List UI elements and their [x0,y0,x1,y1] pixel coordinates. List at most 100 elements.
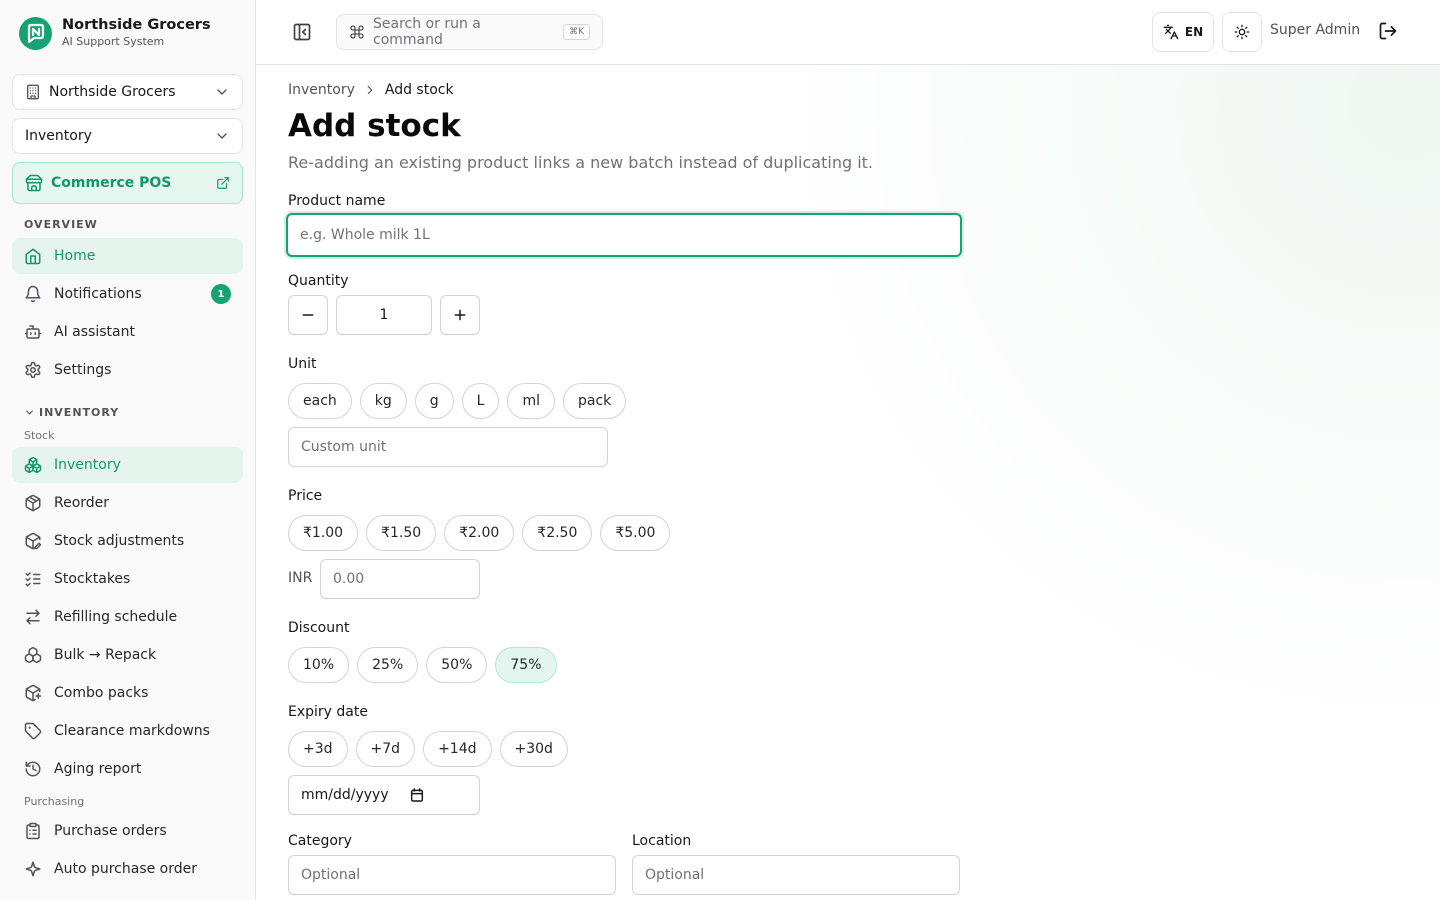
sidebar: Northside Grocers AI Support System Nort… [0,0,256,900]
nav-stocktakes[interactable]: Stocktakes [12,561,243,597]
nav-clearance-markdowns-label: Clearance markdowns [54,723,210,739]
sun-icon [1234,24,1250,40]
package-plus-icon [25,684,42,702]
package-edit-icon [25,532,42,550]
stock-group-label: Stock [24,429,55,442]
discount-chip-10[interactable]: 10% [288,647,350,683]
location-input[interactable] [632,855,960,895]
chevron-right-icon [367,85,373,95]
nav-settings-label: Settings [54,362,112,378]
price-chip-1[interactable]: ₹1.00 [288,515,359,551]
clipboard-icon [26,822,40,840]
discount-chip-50[interactable]: 50% [426,647,488,683]
language-button[interactable]: EN [1152,12,1214,52]
user-name[interactable]: Super Admin [1270,22,1360,38]
main-content: Inventory Add stock Add stock Re-adding … [256,65,1440,900]
unit-chip-ml[interactable]: ml [507,383,555,419]
discount-options: 10% 25% 50% 75% [288,647,557,683]
product-name-label: Product name [288,193,386,209]
unit-chip-l[interactable]: L [461,383,500,419]
module-select[interactable]: Inventory [12,118,243,154]
expiry-chip-3d[interactable]: +3d [288,731,348,767]
nav-ai-assistant-label: AI assistant [54,324,135,340]
quantity-decrement-button[interactable] [288,295,328,335]
nav-bulk-repack[interactable]: Bulk → Repack [12,637,243,673]
nav-auto-purchase-order[interactable]: Auto purchase order [12,851,243,887]
inventory-section-toggle[interactable]: INVENTORY [12,406,243,419]
quantity-stepper[interactable]: 1 [336,295,432,335]
home-icon [25,248,41,265]
location-label: Location [632,833,692,849]
store-select[interactable]: Northside Grocers [12,74,243,110]
nav-notifications[interactable]: Notifications 1 [12,276,243,312]
price-label: Price [288,488,323,504]
price-input[interactable] [320,559,480,599]
nav-refilling-schedule[interactable]: Refilling schedule [12,599,243,635]
discount-chip-25[interactable]: 25% [357,647,419,683]
nav-combo-packs[interactable]: Combo packs [12,675,243,711]
logout-button[interactable] [1378,21,1400,43]
store-select-value: Northside Grocers [49,84,176,100]
arrows-swap-icon [26,609,40,625]
price-chip-2[interactable]: ₹2.00 [444,515,515,551]
nav-clearance-markdowns[interactable]: Clearance markdowns [12,713,243,749]
nav-purchase-orders-label: Purchase orders [54,823,167,839]
expiry-chip-7d[interactable]: +7d [355,731,416,767]
nav-combo-packs-label: Combo packs [54,685,149,701]
nav-inventory[interactable]: Inventory [12,447,243,483]
calendar-icon[interactable] [409,787,425,803]
brand-name: Northside Grocers [62,17,211,33]
discount-chip-75[interactable]: 75% [495,647,557,683]
nav-auto-purchase-order-label: Auto purchase order [54,861,198,877]
brand[interactable]: Northside Grocers AI Support System [12,0,243,66]
expiry-chip-14d[interactable]: +14d [423,731,492,767]
panel-left-icon [293,23,311,41]
nav-ai-assistant[interactable]: AI assistant [12,314,243,350]
nav-home[interactable]: Home [12,238,243,274]
unit-chip-kg[interactable]: kg [359,383,407,419]
nav-bulk-repack-label: Bulk → Repack [54,647,157,663]
page-title: Add stock [288,108,461,144]
unit-chip-each[interactable]: each [288,383,352,419]
unit-chip-pack[interactable]: pack [563,383,627,419]
theme-toggle-button[interactable] [1222,12,1262,52]
product-name-input[interactable] [286,213,962,257]
nav-purchase-orders[interactable]: Purchase orders [12,813,243,849]
quantity-increment-button[interactable] [440,295,480,335]
search-placeholder: Search or run a command [373,16,481,48]
page-description: Re-adding an existing product links a ne… [288,153,873,172]
date-placeholder: mm/dd/yyyy [301,787,389,803]
chevron-down-icon [217,133,227,139]
commerce-pos-button[interactable]: Commerce POS [12,162,243,204]
expiry-chip-30d[interactable]: +30d [499,731,568,767]
expiry-options: +3d +7d +14d +30d [288,731,568,767]
history-icon [25,761,41,777]
nav-aging-report[interactable]: Aging report [12,751,243,787]
price-chip-1-50[interactable]: ₹1.50 [366,515,437,551]
category-input[interactable] [288,855,616,895]
bell-icon [25,285,41,303]
nav-stock-adjustments-label: Stock adjustments [54,533,185,549]
gear-icon [25,361,41,379]
command-search[interactable]: Search or run a command ⌘K [336,14,603,50]
nav-reorder-label: Reorder [54,495,110,511]
expiry-date-input[interactable]: mm/dd/yyyy [288,775,480,815]
price-chip-2-50[interactable]: ₹2.50 [522,515,593,551]
tag-icon [24,722,42,740]
unit-chip-g[interactable]: g [414,383,454,419]
nav-settings[interactable]: Settings [12,352,243,388]
sidebar-toggle-button[interactable] [292,22,314,44]
building-icon [27,84,39,100]
bot-icon [24,325,42,339]
custom-unit-input[interactable] [288,427,608,467]
chevron-down-icon [217,89,227,95]
purchasing-group-label: Purchasing [24,795,85,808]
minus-icon [302,314,314,316]
nav-reorder[interactable]: Reorder [12,485,243,521]
search-shortcut: ⌘K [563,24,591,40]
breadcrumb-parent[interactable]: Inventory [288,82,355,98]
nav-stock-adjustments[interactable]: Stock adjustments [12,523,243,559]
language-label: EN [1184,25,1204,39]
price-chip-5[interactable]: ₹5.00 [600,515,671,551]
nav-refilling-schedule-label: Refilling schedule [54,609,178,625]
